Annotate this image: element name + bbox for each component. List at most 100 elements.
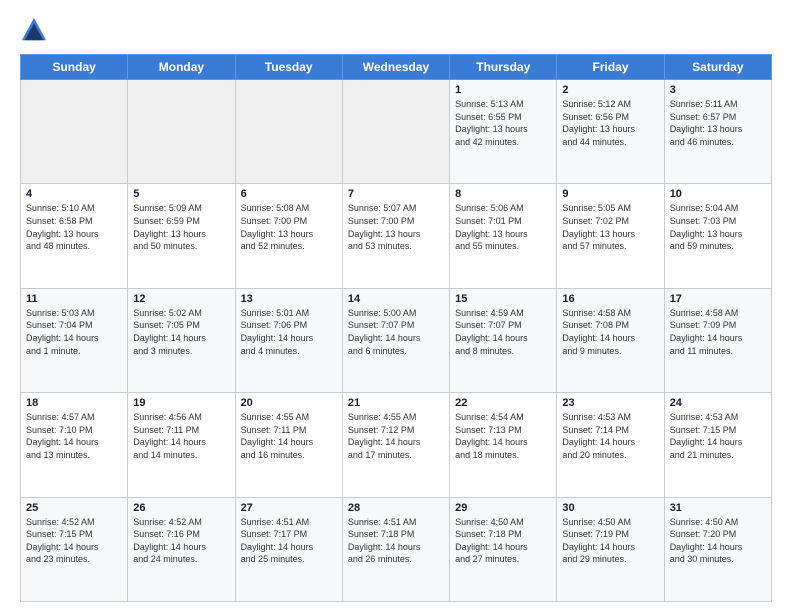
day-info: Sunrise: 4:50 AM Sunset: 7:18 PM Dayligh… [455,516,551,566]
calendar-cell: 6 Sunrise: 5:08 AM Sunset: 7:00 PM Daylig… [235,184,342,288]
calendar-cell: 17 Sunrise: 4:58 AM Sunset: 7:09 PM Dayli… [664,288,771,392]
day-number: 29 [455,502,551,514]
calendar-cell: 14 Sunrise: 5:00 AM Sunset: 7:07 PM Dayli… [342,288,449,392]
calendar-cell: 4 Sunrise: 5:10 AM Sunset: 6:58 PM Daylig… [21,184,128,288]
day-of-week-header: Saturday [664,55,771,80]
calendar-cell: 28Sunrise: 4:51 AM Sunset: 7:18 PM Dayli… [342,497,449,601]
day-info: Sunrise: 5:07 AM Sunset: 7:00 PM Dayligh… [348,202,444,252]
day-number: 16 [562,293,658,305]
day-number: 3 [670,84,766,96]
calendar-cell: 24 Sunrise: 4:53 AM Sunset: 7:15 PM Dayli… [664,393,771,497]
calendar-header: SundayMondayTuesdayWednesdayThursdayFrid… [21,55,772,80]
day-number: 30 [562,502,658,514]
day-info: Sunrise: 4:57 AM Sunset: 7:10 PM Dayligh… [26,411,122,461]
day-number: 6 [241,188,337,200]
calendar-cell: 8Sunrise: 5:06 AM Sunset: 7:01 PM Daylig… [450,184,557,288]
calendar-week-row: 1 Sunrise: 5:13 AM Sunset: 6:55 PM Daylig… [21,80,772,184]
calendar-table: SundayMondayTuesdayWednesdayThursdayFrid… [20,54,772,602]
day-number: 20 [241,397,337,409]
day-number: 11 [26,293,122,305]
day-info: Sunrise: 5:12 AM Sunset: 6:56 PM Dayligh… [562,98,658,148]
day-info: Sunrise: 5:13 AM Sunset: 6:55 PM Dayligh… [455,98,551,148]
day-info: Sunrise: 5:05 AM Sunset: 7:02 PM Dayligh… [562,202,658,252]
day-number: 4 [26,188,122,200]
calendar-cell: 16 Sunrise: 4:58 AM Sunset: 7:08 PM Dayli… [557,288,664,392]
day-number: 19 [133,397,229,409]
calendar-cell: 19 Sunrise: 4:56 AM Sunset: 7:11 PM Dayli… [128,393,235,497]
day-info: Sunrise: 4:55 AM Sunset: 7:12 PM Dayligh… [348,411,444,461]
day-info: Sunrise: 5:11 AM Sunset: 6:57 PM Dayligh… [670,98,766,148]
day-number: 10 [670,188,766,200]
calendar-cell: 26 Sunrise: 4:52 AM Sunset: 7:16 PM Dayli… [128,497,235,601]
day-info: Sunrise: 4:53 AM Sunset: 7:14 PM Dayligh… [562,411,658,461]
calendar-cell [235,80,342,184]
calendar-cell: 3 Sunrise: 5:11 AM Sunset: 6:57 PM Daylig… [664,80,771,184]
day-number: 22 [455,397,551,409]
calendar-week-row: 4 Sunrise: 5:10 AM Sunset: 6:58 PM Daylig… [21,184,772,288]
day-info: Sunrise: 4:50 AM Sunset: 7:19 PM Dayligh… [562,516,658,566]
day-info: Sunrise: 4:50 AM Sunset: 7:20 PM Dayligh… [670,516,766,566]
day-info: Sunrise: 4:51 AM Sunset: 7:18 PM Dayligh… [348,516,444,566]
calendar-cell [21,80,128,184]
day-of-week-header: Wednesday [342,55,449,80]
calendar-cell: 31Sunrise: 4:50 AM Sunset: 7:20 PM Dayli… [664,497,771,601]
calendar-week-row: 25 Sunrise: 4:52 AM Sunset: 7:15 PM Dayli… [21,497,772,601]
days-of-week-row: SundayMondayTuesdayWednesdayThursdayFrid… [21,55,772,80]
day-number: 14 [348,293,444,305]
calendar-cell: 11 Sunrise: 5:03 AM Sunset: 7:04 PM Dayli… [21,288,128,392]
calendar-cell: 30 Sunrise: 4:50 AM Sunset: 7:19 PM Dayli… [557,497,664,601]
day-info: Sunrise: 4:53 AM Sunset: 7:15 PM Dayligh… [670,411,766,461]
calendar-cell: 10 Sunrise: 5:04 AM Sunset: 7:03 PM Dayli… [664,184,771,288]
day-info: Sunrise: 5:02 AM Sunset: 7:05 PM Dayligh… [133,307,229,357]
calendar-week-row: 11 Sunrise: 5:03 AM Sunset: 7:04 PM Dayli… [21,288,772,392]
day-info: Sunrise: 5:08 AM Sunset: 7:00 PM Dayligh… [241,202,337,252]
calendar-cell [342,80,449,184]
day-info: Sunrise: 5:10 AM Sunset: 6:58 PM Dayligh… [26,202,122,252]
day-info: Sunrise: 4:52 AM Sunset: 7:16 PM Dayligh… [133,516,229,566]
day-number: 25 [26,502,122,514]
day-number: 26 [133,502,229,514]
day-number: 5 [133,188,229,200]
calendar-cell: 15Sunrise: 4:59 AM Sunset: 7:07 PM Dayli… [450,288,557,392]
day-info: Sunrise: 5:03 AM Sunset: 7:04 PM Dayligh… [26,307,122,357]
day-number: 27 [241,502,337,514]
calendar-cell: 7 Sunrise: 5:07 AM Sunset: 7:00 PM Daylig… [342,184,449,288]
day-info: Sunrise: 4:54 AM Sunset: 7:13 PM Dayligh… [455,411,551,461]
day-info: Sunrise: 5:01 AM Sunset: 7:06 PM Dayligh… [241,307,337,357]
calendar-cell: 23 Sunrise: 4:53 AM Sunset: 7:14 PM Dayli… [557,393,664,497]
day-of-week-header: Tuesday [235,55,342,80]
day-number: 2 [562,84,658,96]
calendar-cell: 18 Sunrise: 4:57 AM Sunset: 7:10 PM Dayli… [21,393,128,497]
day-number: 23 [562,397,658,409]
calendar-cell: 20Sunrise: 4:55 AM Sunset: 7:11 PM Dayli… [235,393,342,497]
calendar-cell: 1 Sunrise: 5:13 AM Sunset: 6:55 PM Daylig… [450,80,557,184]
day-info: Sunrise: 5:06 AM Sunset: 7:01 PM Dayligh… [455,202,551,252]
day-number: 7 [348,188,444,200]
day-of-week-header: Sunday [21,55,128,80]
day-number: 24 [670,397,766,409]
day-info: Sunrise: 4:56 AM Sunset: 7:11 PM Dayligh… [133,411,229,461]
calendar-cell: 13 Sunrise: 5:01 AM Sunset: 7:06 PM Dayli… [235,288,342,392]
day-number: 13 [241,293,337,305]
day-info: Sunrise: 5:04 AM Sunset: 7:03 PM Dayligh… [670,202,766,252]
header [20,16,772,44]
calendar-cell: 5 Sunrise: 5:09 AM Sunset: 6:59 PM Daylig… [128,184,235,288]
logo [20,16,54,44]
day-info: Sunrise: 4:58 AM Sunset: 7:09 PM Dayligh… [670,307,766,357]
calendar-cell: 22 Sunrise: 4:54 AM Sunset: 7:13 PM Dayli… [450,393,557,497]
day-info: Sunrise: 5:09 AM Sunset: 6:59 PM Dayligh… [133,202,229,252]
day-number: 12 [133,293,229,305]
calendar-cell: 2 Sunrise: 5:12 AM Sunset: 6:56 PM Daylig… [557,80,664,184]
day-number: 17 [670,293,766,305]
calendar-cell: 29 Sunrise: 4:50 AM Sunset: 7:18 PM Dayli… [450,497,557,601]
day-of-week-header: Monday [128,55,235,80]
day-info: Sunrise: 5:00 AM Sunset: 7:07 PM Dayligh… [348,307,444,357]
day-info: Sunrise: 4:52 AM Sunset: 7:15 PM Dayligh… [26,516,122,566]
day-of-week-header: Friday [557,55,664,80]
day-number: 1 [455,84,551,96]
day-info: Sunrise: 4:58 AM Sunset: 7:08 PM Dayligh… [562,307,658,357]
calendar-week-row: 18 Sunrise: 4:57 AM Sunset: 7:10 PM Dayli… [21,393,772,497]
day-number: 15 [455,293,551,305]
day-number: 18 [26,397,122,409]
calendar-body: 1 Sunrise: 5:13 AM Sunset: 6:55 PM Daylig… [21,80,772,602]
